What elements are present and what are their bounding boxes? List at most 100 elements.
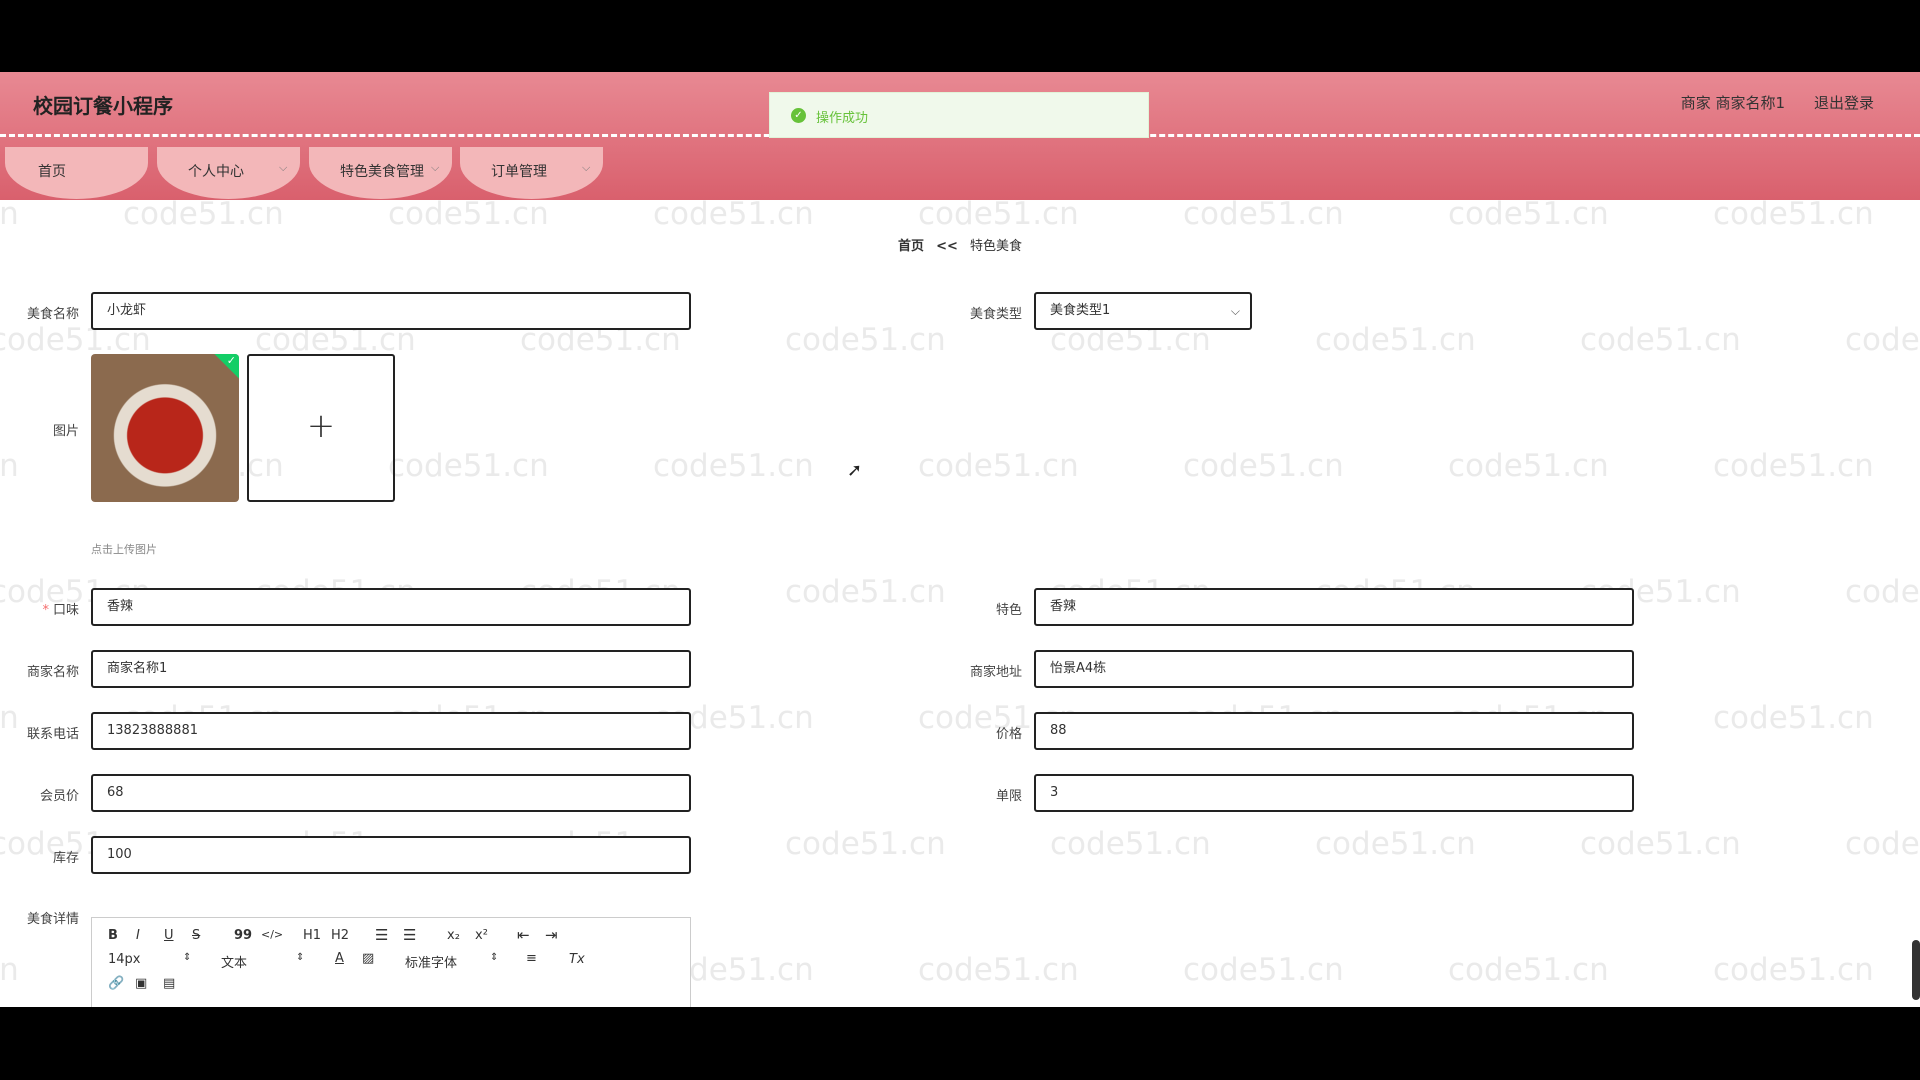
- watermark-text: code51.cn: [1580, 322, 1741, 358]
- watermark-text: code51.cn: [388, 448, 549, 484]
- link-icon[interactable]: 🔗: [108, 976, 124, 991]
- nav-tab-label: 个人中心: [188, 164, 244, 180]
- indent-icon[interactable]: ⇥: [545, 926, 558, 944]
- watermark-text: code51.cn: [1448, 952, 1609, 988]
- taste-label-text: 口味: [52, 603, 79, 618]
- taste-label: * 口味: [0, 599, 79, 618]
- nav-tab-order-management[interactable]: 订单管理 ⌵: [460, 147, 603, 199]
- updown-icon: ⇕: [296, 952, 305, 963]
- feature-label: 特色: [995, 603, 1022, 618]
- watermark-text: code51.cn: [1845, 322, 1920, 358]
- font-color-icon[interactable]: A: [335, 951, 344, 966]
- member-price-label: 会员价: [39, 789, 79, 804]
- watermark-text: code51.cn: [1448, 448, 1609, 484]
- breadcrumb-current: 特色美食: [970, 239, 1023, 254]
- nav-tab-personal[interactable]: 个人中心 ⌵: [157, 147, 300, 199]
- success-toast: ✓ 操作成功: [769, 92, 1149, 138]
- font-family-select[interactable]: 标准字体: [405, 952, 457, 971]
- code-button[interactable]: </>: [261, 928, 283, 941]
- nav-tab-label: 首页: [38, 164, 66, 180]
- food-type-select[interactable]: 美食类型1 ⌵: [1034, 292, 1252, 330]
- merchant-name-input[interactable]: 商家名称1: [91, 650, 691, 688]
- logout-link[interactable]: 退出登录: [1814, 92, 1874, 113]
- superscript-button[interactable]: x²: [475, 928, 488, 943]
- rich-text-editor[interactable]: B I U S 99 </> H1 H2 ☰ ☰ x₂ x² ⇤ ⇥ 14px …: [91, 917, 691, 1007]
- nav-tab-label: 特色美食管理: [340, 164, 424, 180]
- stock-input[interactable]: 100: [91, 836, 691, 874]
- watermark-text: code51.cn: [1315, 322, 1476, 358]
- ordered-list-icon[interactable]: ☰: [375, 926, 388, 944]
- header-bar: 校园订餐小程序 ✓ 操作成功 商家 商家名称1 退出登录 首页 个人中心 ⌵ 特…: [0, 72, 1920, 200]
- phone-label: 联系电话: [26, 727, 79, 742]
- image-label: 图片: [52, 424, 79, 439]
- watermark-text: code51.cn: [0, 196, 19, 232]
- nav-tab-home[interactable]: 首页: [5, 147, 148, 199]
- food-name-input[interactable]: 小龙虾: [91, 292, 691, 330]
- merchant-address-input[interactable]: 怡景A4栋: [1034, 650, 1634, 688]
- food-name-label: 美食名称: [26, 307, 79, 322]
- outdent-icon[interactable]: ⇤: [517, 926, 530, 944]
- member-price-input[interactable]: 68: [91, 774, 691, 812]
- chevron-down-icon: ⌵: [279, 161, 288, 174]
- limit-label: 单限: [995, 789, 1022, 804]
- updown-icon: ⇕: [490, 952, 499, 963]
- check-icon: ✓: [226, 354, 236, 367]
- uploaded-food-photo[interactable]: ✓: [91, 354, 239, 502]
- watermark-text: code51.cn: [1845, 574, 1920, 610]
- watermark-text: code51.cn: [1845, 826, 1920, 862]
- align-icon[interactable]: ≡: [526, 951, 537, 966]
- watermark-text: code51.cn: [1050, 826, 1211, 862]
- background-color-icon[interactable]: ▨: [362, 951, 374, 966]
- nav-tab-food-management[interactable]: 特色美食管理 ⌵: [309, 147, 452, 199]
- feature-input[interactable]: 香辣: [1034, 588, 1634, 626]
- updown-icon: ⇕: [183, 952, 192, 963]
- chevron-down-icon: ⌵: [582, 161, 591, 174]
- nav-tab-label: 订单管理: [491, 164, 547, 180]
- video-icon[interactable]: ▤: [163, 976, 175, 991]
- watermark-text: code51.cn: [0, 448, 19, 484]
- price-input[interactable]: 88: [1034, 712, 1634, 750]
- breadcrumb-separator: <<: [936, 239, 958, 254]
- chevron-down-icon: ⌵: [431, 161, 440, 174]
- breadcrumb-home[interactable]: 首页: [898, 239, 924, 254]
- watermark-text: code51.cn: [1183, 448, 1344, 484]
- underline-button[interactable]: U: [164, 928, 174, 943]
- strike-button[interactable]: S: [192, 928, 200, 943]
- quote-button[interactable]: 99: [234, 928, 252, 943]
- watermark-text: code51.cn: [1713, 196, 1874, 232]
- limit-input[interactable]: 3: [1034, 774, 1634, 812]
- watermark-text: code51.cn: [123, 196, 284, 232]
- chevron-down-icon: ⌵: [1230, 304, 1240, 318]
- taste-input[interactable]: 香辣: [91, 588, 691, 626]
- merchant-label: 商家 商家名称1: [1680, 94, 1785, 112]
- check-circle-icon: ✓: [791, 108, 806, 123]
- watermark-text: code51.cn: [1315, 826, 1476, 862]
- block-format-select[interactable]: 文本: [221, 952, 247, 971]
- watermark-text: code51.cn: [785, 826, 946, 862]
- clear-format-button[interactable]: Tx: [569, 952, 585, 967]
- bold-button[interactable]: B: [108, 928, 118, 943]
- watermark-text: code51.cn: [1713, 952, 1874, 988]
- font-size-select[interactable]: 14px: [108, 952, 141, 967]
- price-label: 价格: [995, 727, 1022, 742]
- h1-button[interactable]: H1: [303, 928, 321, 943]
- watermark-text: code51.cn: [653, 448, 814, 484]
- phone-input[interactable]: 13823888881: [91, 712, 691, 750]
- subscript-button[interactable]: x₂: [447, 928, 460, 943]
- italic-button[interactable]: I: [136, 928, 140, 943]
- image-upload-button[interactable]: +: [247, 354, 395, 502]
- stock-label: 库存: [52, 851, 79, 866]
- scrollbar[interactable]: [1912, 940, 1920, 1000]
- watermark-text: code51.cn: [1448, 196, 1609, 232]
- watermark-text: code51.cn: [1183, 952, 1344, 988]
- h2-button[interactable]: H2: [331, 928, 349, 943]
- breadcrumb: 首页 << 特色美食: [0, 235, 1920, 254]
- watermark-text: code51.cn: [918, 196, 1079, 232]
- bullet-list-icon[interactable]: ☰: [403, 926, 416, 944]
- food-type-value: 美食类型1: [1050, 303, 1111, 318]
- watermark-text: code51.cn: [1580, 826, 1741, 862]
- food-type-label: 美食类型: [969, 307, 1022, 322]
- watermark-text: code51.cn: [918, 952, 1079, 988]
- image-icon[interactable]: ▣: [135, 976, 147, 991]
- app-title: 校园订餐小程序: [33, 94, 173, 118]
